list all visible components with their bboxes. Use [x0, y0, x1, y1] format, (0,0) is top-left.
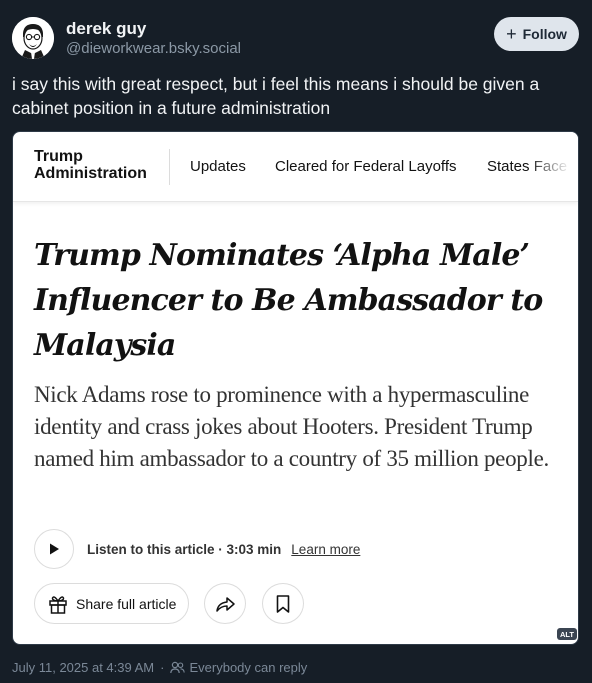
avatar[interactable] — [12, 17, 54, 59]
bookmark-button — [262, 583, 304, 624]
author-display-name[interactable]: derek guy — [66, 19, 146, 39]
post-text: i say this with great respect, but i fee… — [12, 74, 540, 118]
share-arrow-icon — [216, 596, 235, 612]
author-handle[interactable]: @dieworkwear.bsky.social — [66, 40, 241, 57]
alt-text-badge[interactable]: ALT — [557, 628, 577, 640]
share-full-article-button: Share full article — [34, 583, 189, 624]
reply-setting-label: Everybody can reply — [189, 660, 308, 675]
nav-fade-overlay — [528, 132, 578, 200]
separator-dot: · — [160, 660, 165, 675]
listen-label: Listen to this article · 3:03 min — [87, 541, 282, 557]
post-footer: July 11, 2025 at 4:39 AM · Everybody can… — [12, 660, 307, 675]
follow-button-label: Follow — [522, 26, 567, 42]
share-arrow-button — [204, 583, 246, 624]
post-timestamp[interactable]: July 11, 2025 at 4:39 AM — [12, 660, 154, 675]
listen-row: Listen to this article · 3:03 min Learn … — [34, 529, 554, 569]
nav-link-updates: Updates — [190, 158, 246, 175]
article-summary: Nick Adams rose to prominence with a hyp… — [34, 382, 549, 471]
follow-button[interactable]: + Follow — [494, 17, 579, 51]
avatar-illustration-icon — [12, 17, 54, 59]
article-nav-bar: Trump Administration Updates Cleared for… — [13, 132, 578, 202]
play-button — [34, 529, 74, 569]
play-icon — [50, 543, 59, 555]
post-embedded-image[interactable]: Trump Administration Updates Cleared for… — [12, 131, 579, 645]
nav-link-federal-layoffs: Cleared for Federal Layoffs — [275, 158, 457, 175]
learn-more-link: Learn more — [291, 541, 361, 557]
reply-setting: Everybody can reply — [170, 660, 307, 675]
section-title: Trump Administration — [34, 148, 147, 182]
share-full-article-label: Share full article — [76, 595, 177, 612]
people-icon — [170, 661, 186, 674]
nav-divider — [169, 149, 170, 185]
plus-icon: + — [506, 24, 517, 44]
article-headline: Trump Nominates ‘Alpha Male’ Influencer … — [34, 238, 543, 363]
bookmark-icon — [276, 594, 290, 613]
gift-icon — [49, 595, 67, 614]
